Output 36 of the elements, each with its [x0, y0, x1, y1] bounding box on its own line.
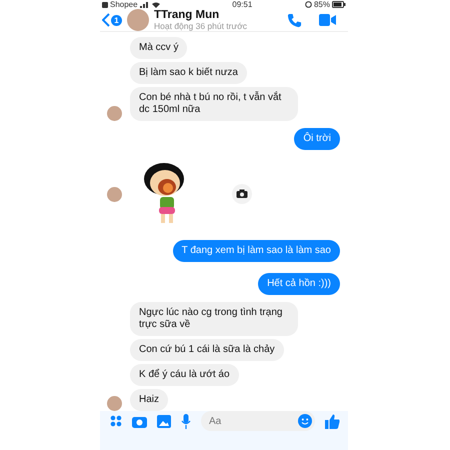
message-input[interactable]: Aa [201, 411, 315, 431]
unread-badge: 1 [111, 14, 122, 26]
sender-avatar[interactable] [107, 186, 122, 202]
battery-percent: 85% [314, 0, 330, 9]
camera-icon[interactable] [132, 414, 147, 428]
received-message: Con cứ bú 1 cái là sữa là chảy [130, 339, 284, 361]
image-icon[interactable] [157, 414, 171, 428]
app-icon [102, 2, 108, 8]
status-time: 09:51 [232, 0, 252, 9]
back-button[interactable]: 1 [102, 13, 122, 27]
sent-message: Ôi trời [294, 128, 340, 150]
contact-name: TTrang Mun [154, 9, 220, 21]
sender-avatar[interactable] [107, 396, 122, 411]
contact-avatar[interactable] [127, 9, 149, 31]
camera-button[interactable] [232, 184, 252, 204]
alarm-icon [304, 1, 312, 8]
wifi-icon [152, 2, 160, 8]
active-status: Hoạt động 36 phút trước [154, 21, 248, 31]
battery-icon [332, 1, 346, 8]
received-message: Mà ccv ý [130, 37, 188, 59]
sent-message: Hết cả hồn :))) [258, 273, 340, 295]
video-call-icon[interactable] [319, 14, 336, 26]
received-message: Bị làm sao k biết nưza [130, 62, 247, 84]
sent-message: T đang xem bị làm sao là làm sao [172, 240, 340, 262]
received-message: Con bé nhà t bú no rồi, t vẫn vắt dc 150ml nữa [130, 87, 298, 121]
signal-icon [140, 1, 150, 8]
carrier-name: Shopee [110, 0, 138, 9]
menu-dots-icon[interactable] [110, 415, 122, 427]
received-message: Haiz [130, 389, 168, 411]
phone-icon[interactable] [287, 12, 302, 28]
sender-avatar[interactable] [107, 106, 122, 121]
microphone-icon[interactable] [181, 414, 191, 428]
emoji-icon[interactable] [298, 414, 312, 428]
received-message: K để ý cáu là ướt áo [130, 364, 239, 386]
received-message: Ngực lúc nào cg trong tình trạng trực sữa về [130, 302, 298, 336]
thumbs-up-icon[interactable] [325, 414, 340, 428]
